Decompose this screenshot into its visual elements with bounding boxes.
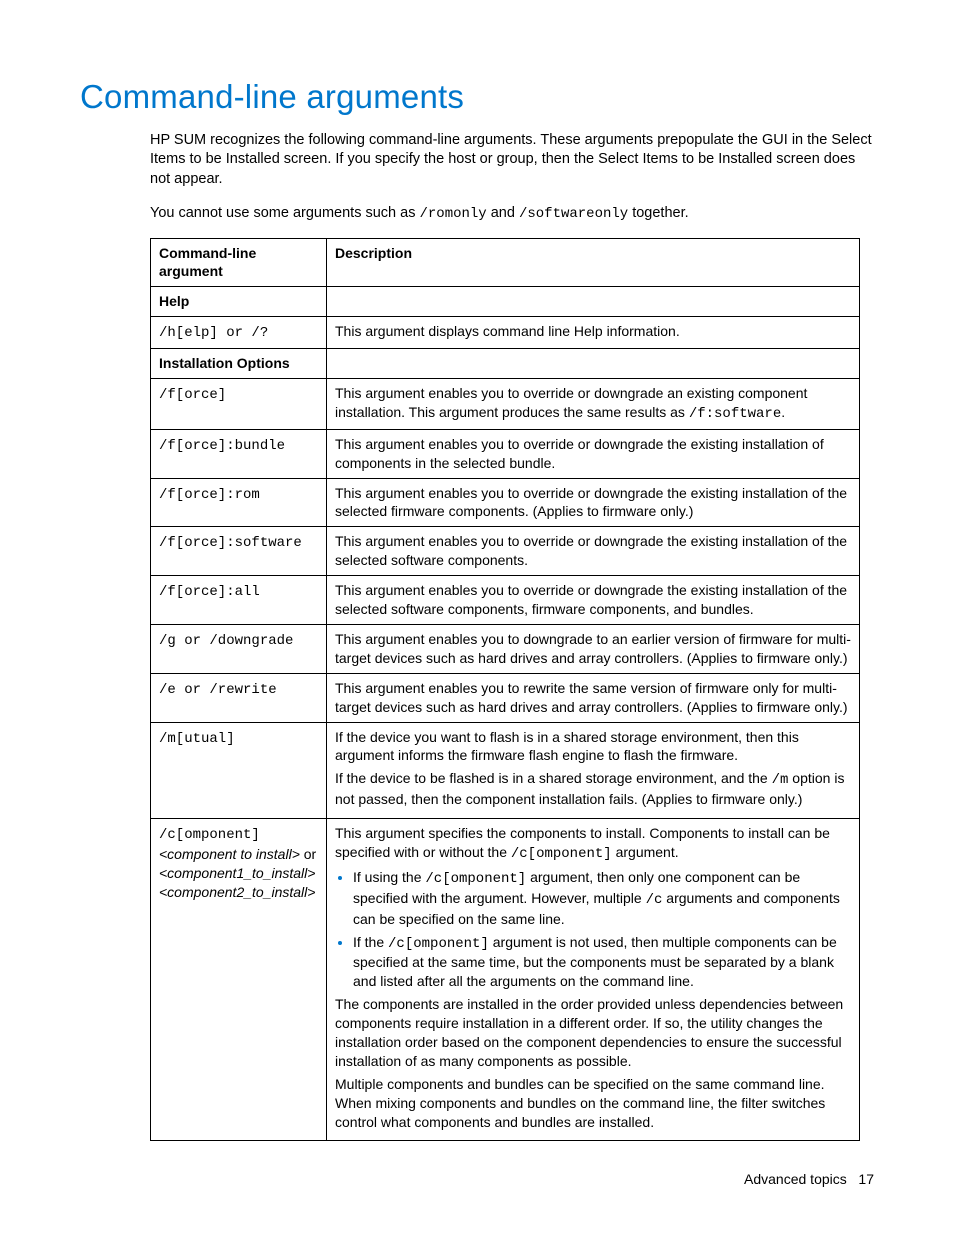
desc-component-p3: Multiple components and bundles can be s…: [335, 1075, 851, 1132]
table-row: /f[orce]:software This argument enables …: [151, 527, 860, 576]
section-label-help: Help: [151, 287, 327, 317]
b1-code: /c[omponent]: [425, 871, 526, 887]
footer-section: Advanced topics: [744, 1171, 847, 1187]
arg-force-bundle: /f[orce]:bundle: [159, 438, 285, 454]
arg-downgrade: /g or /downgrade: [159, 633, 293, 649]
note-text-post: together.: [628, 205, 688, 221]
b2-pre: If the: [353, 934, 388, 950]
desc-component-p2: The components are installed in the orde…: [335, 995, 851, 1071]
section-desc-empty: [327, 349, 860, 379]
table-header-row: Command-line argument Description: [151, 238, 860, 287]
table-row: /f[orce] This argument enables you to ov…: [151, 379, 860, 430]
table-row: /m[utual] If the device you want to flas…: [151, 722, 860, 819]
desc-downgrade: This argument enables you to downgrade t…: [327, 624, 860, 673]
footer-page-number: 17: [858, 1171, 874, 1187]
desc-mutual-p1: If the device you want to flash is in a …: [335, 728, 851, 766]
section-desc-empty: [327, 287, 860, 317]
header-description: Description: [327, 238, 860, 287]
note-code-romonly: /romonly: [420, 206, 487, 222]
desc-force-post: .: [781, 404, 785, 420]
arg-component-l4: <component2_to_install>: [159, 883, 318, 902]
arg-force-software: /f[orce]:software: [159, 535, 302, 551]
b1-code2: /c: [646, 892, 663, 908]
b1-pre: If using the: [353, 869, 425, 885]
note-text-mid: and: [487, 205, 519, 221]
desc-force-software: This argument enables you to override or…: [327, 527, 860, 576]
note-text-pre: You cannot use some arguments such as: [150, 205, 420, 221]
desc-force-all: This argument enables you to override or…: [327, 576, 860, 625]
desc-component-p1-code: /c[omponent]: [511, 846, 612, 862]
section-row-help: Help: [151, 287, 860, 317]
header-argument: Command-line argument: [151, 238, 327, 287]
table-row: /h[elp] or /? This argument displays com…: [151, 317, 860, 349]
table-row: /f[orce]:bundle This argument enables yo…: [151, 429, 860, 478]
arg-force-rom: /f[orce]:rom: [159, 487, 260, 503]
desc-component-p1-post: argument.: [612, 844, 679, 860]
table-row: /e or /rewrite This argument enables you…: [151, 673, 860, 722]
desc-component: This argument specifies the components t…: [327, 819, 860, 1141]
note-paragraph: You cannot use some arguments such as /r…: [150, 204, 874, 224]
b2-code: /c[omponent]: [388, 936, 489, 952]
arg-help: /h[elp] or /?: [159, 325, 268, 341]
desc-mutual-p2-pre: If the device to be flashed is in a shar…: [335, 770, 772, 786]
arg-component-l3: <component1_to_install>: [159, 864, 318, 883]
desc-mutual-p2-code: /m: [772, 772, 789, 788]
note-code-softwareonly: /softwareonly: [519, 206, 628, 222]
page-title: Command-line arguments: [80, 78, 874, 116]
table-row: /c[omponent] <component to install> or <…: [151, 819, 860, 1141]
intro-paragraph: HP SUM recognizes the following command-…: [150, 131, 874, 190]
arg-component-cell: /c[omponent] <component to install> or <…: [151, 819, 327, 1141]
desc-component-p1: This argument specifies the components t…: [335, 824, 851, 864]
desc-component-bullets: If using the /c[omponent] argument, then…: [335, 868, 851, 991]
table-row: /g or /downgrade This argument enables y…: [151, 624, 860, 673]
page-footer: Advanced topics 17: [744, 1171, 874, 1187]
desc-force-bundle: This argument enables you to override or…: [327, 429, 860, 478]
desc-help: This argument displays command line Help…: [327, 317, 860, 349]
arg-force: /f[orce]: [159, 387, 226, 403]
table-row: /f[orce]:all This argument enables you t…: [151, 576, 860, 625]
arg-rewrite: /e or /rewrite: [159, 682, 277, 698]
arg-component-code: /c[omponent]: [159, 827, 260, 843]
desc-mutual: If the device you want to flash is in a …: [327, 722, 860, 819]
arg-force-all: /f[orce]:all: [159, 584, 260, 600]
section-label-install: Installation Options: [151, 349, 327, 379]
arguments-table: Command-line argument Description Help /…: [150, 238, 860, 1142]
arg-component-l2a: <component to install>: [159, 846, 300, 862]
desc-component-b2: If the /c[omponent] argument is not used…: [353, 933, 851, 992]
desc-force-rom: This argument enables you to override or…: [327, 478, 860, 527]
desc-rewrite: This argument enables you to rewrite the…: [327, 673, 860, 722]
arg-mutual: /m[utual]: [159, 731, 235, 747]
section-row-install: Installation Options: [151, 349, 860, 379]
arg-component-l2b: or: [300, 846, 316, 862]
desc-mutual-p2: If the device to be flashed is in a shar…: [335, 769, 851, 809]
table-row: /f[orce]:rom This argument enables you t…: [151, 478, 860, 527]
desc-force-code: /f:software: [689, 406, 781, 422]
desc-component-b1: If using the /c[omponent] argument, then…: [353, 868, 851, 929]
desc-force: This argument enables you to override or…: [327, 379, 860, 430]
